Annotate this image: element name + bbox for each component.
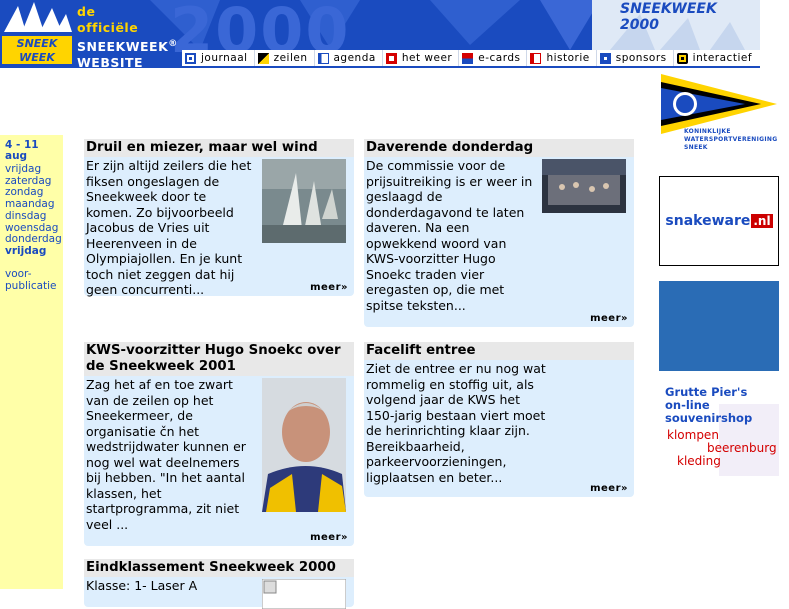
logo-word-1: SNEEK	[17, 37, 59, 50]
article-daverende-donderdag: Daverende donderdag De commissie voor de…	[364, 139, 634, 327]
article-text: Ziet de entree er nu nog wat rommelig en…	[366, 361, 546, 485]
interactief-flag-icon	[676, 52, 688, 64]
article-druil: Druil en miezer, maar wel wind Er zijn a…	[84, 139, 354, 297]
kws-line-2: WATERSPORTVERENIGING	[684, 136, 778, 143]
nav-zeilen[interactable]: zeilen	[255, 50, 315, 66]
tagline-officiele: officiële	[77, 20, 139, 35]
nav-ecards-label: e-cards	[478, 52, 521, 64]
day-list: vrijdag zaterdag zondag maandag dinsdag …	[5, 163, 62, 258]
tagline-sneekweek: SNEEKWEEK®	[77, 36, 178, 55]
more-link[interactable]: meer»	[310, 532, 348, 543]
weer-flag-icon	[385, 52, 397, 64]
main-nav: journaal zeilen agenda het weer e-cards …	[182, 50, 760, 66]
souvenir-line-3: souvenirshop	[665, 411, 753, 425]
more-link[interactable]: meer»	[310, 282, 348, 293]
article-text: De commissie voor de prijsuitreiking is …	[366, 158, 533, 313]
day-link-dinsdag[interactable]: dinsdag	[5, 210, 62, 223]
nav-journaal[interactable]: journaal	[182, 50, 255, 66]
article-title[interactable]: Eindklassement Sneekweek 2000	[84, 559, 354, 577]
snakeware-banner[interactable]: snakeware .nl	[659, 176, 779, 266]
kws-pennant-icon	[661, 74, 777, 134]
article-text: Er zijn altijd zeilers die het fiksen on…	[86, 158, 252, 297]
tagline-sneekweek-text: SNEEKWEEK	[77, 39, 169, 55]
site-tagline: de officiële SNEEKWEEK® WEBSITE	[77, 4, 178, 68]
article-title[interactable]: Druil en miezer, maar wel wind	[84, 139, 354, 157]
kws-line-1: KONINKLIJKE	[684, 128, 731, 135]
kws-name: KONINKLIJKE WATERSPORTVERENIGING SNEEK	[684, 128, 777, 152]
nav-zeilen-label: zeilen	[273, 52, 308, 64]
nav-journaal-label: journaal	[201, 52, 248, 64]
souvenir-products: klompen beerenburg kleding	[667, 429, 777, 468]
voorpublicatie-link[interactable]: voor- publicatie	[5, 268, 57, 292]
day-link-vrijdag-2[interactable]: vrijdag	[5, 245, 62, 258]
nav-e-cards[interactable]: e-cards	[459, 50, 528, 66]
article-kws-voorzitter: KWS-voorzitter Hugo Snoekc over de Sneek…	[84, 342, 354, 546]
souvenir-kleding: kleding	[677, 454, 721, 468]
zeilen-flag-icon	[257, 52, 269, 64]
agenda-flag-icon	[317, 52, 329, 64]
results-thumbnail	[262, 579, 346, 609]
nav-sponsors[interactable]: sponsors	[597, 50, 674, 66]
day-link-vrijdag-1[interactable]: vrijdag	[5, 163, 62, 176]
crowd-photo	[542, 159, 626, 213]
snakeware-word: snakeware	[665, 213, 751, 229]
blue-banner[interactable]	[659, 281, 779, 371]
sneekweek-logo[interactable]: SNEEK WEEK	[0, 0, 75, 68]
sailing-photo	[262, 159, 346, 243]
voorpublicatie-line-2: publicatie	[5, 279, 57, 292]
nav-weer-label: het weer	[401, 52, 453, 64]
brand-title: SNEEKWEEK 2000	[620, 1, 717, 33]
date-column: 4 - 11 aug vrijdag zaterdag zondag maand…	[0, 135, 63, 589]
nav-sponsors-label: sponsors	[615, 52, 667, 64]
site-header: 2000 SNEEKWEEK 2000 SNEEK WEEK de offici…	[0, 0, 760, 68]
nav-agenda[interactable]: agenda	[315, 50, 383, 66]
sail-logo-icon: SNEEK WEEK	[2, 2, 72, 64]
sponsors-flag-icon	[599, 52, 611, 64]
kws-line-3: SNEEK	[684, 144, 708, 151]
more-link[interactable]: meer»	[590, 313, 628, 324]
nav-interactief[interactable]: interactief	[674, 50, 758, 66]
nav-historie-label: historie	[546, 52, 590, 64]
more-link[interactable]: meer»	[590, 483, 628, 494]
article-text: Zag het af en toe zwart van de zeilen op…	[86, 377, 246, 532]
article-facelift-entree: Facelift entree Ziet de entree er nu nog…	[364, 342, 634, 497]
snakeware-tld: .nl	[751, 214, 773, 228]
journaal-flag-icon	[185, 52, 196, 64]
nav-het-weer[interactable]: het weer	[383, 50, 460, 66]
date-range: 4 - 11 aug	[5, 140, 39, 162]
article-title[interactable]: Facelift entree	[364, 342, 634, 360]
article-eindklassement: Eindklassement Sneekweek 2000 Klasse: 1-…	[84, 559, 354, 609]
ecards-flag-icon	[462, 52, 474, 64]
souvenirshop-banner[interactable]: Grutte Pier's on-line souvenirshop klomp…	[659, 384, 779, 476]
article-body: Er zijn altijd zeilers die het fiksen on…	[84, 157, 354, 297]
article-body: De commissie voor de prijsuitreiking is …	[364, 157, 634, 327]
nav-historie[interactable]: historie	[527, 50, 597, 66]
nav-interactief-label: interactief	[692, 52, 753, 64]
souvenir-heading: Grutte Pier's on-line souvenirshop	[665, 386, 752, 425]
article-title[interactable]: KWS-voorzitter Hugo Snoekc over de Sneek…	[84, 342, 354, 376]
article-body: Ziet de entree er nu nog wat rommelig en…	[364, 360, 634, 497]
article-body: Klasse: 1- Laser A	[84, 577, 354, 609]
logo-word-2: WEEK	[19, 51, 56, 64]
portrait-photo	[262, 378, 346, 512]
date-range-month: aug	[5, 150, 28, 162]
historie-flag-icon	[530, 52, 542, 64]
article-body: Zag het af en toe zwart van de zeilen op…	[84, 376, 354, 546]
article-title[interactable]: Daverende donderdag	[364, 139, 634, 157]
nav-agenda-label: agenda	[333, 52, 376, 64]
registered-mark: ®	[168, 39, 178, 49]
voorpublicatie-line-1: voor-	[5, 268, 32, 280]
tagline-de: de	[77, 4, 96, 19]
tagline-website: WEBSITE	[77, 55, 144, 68]
